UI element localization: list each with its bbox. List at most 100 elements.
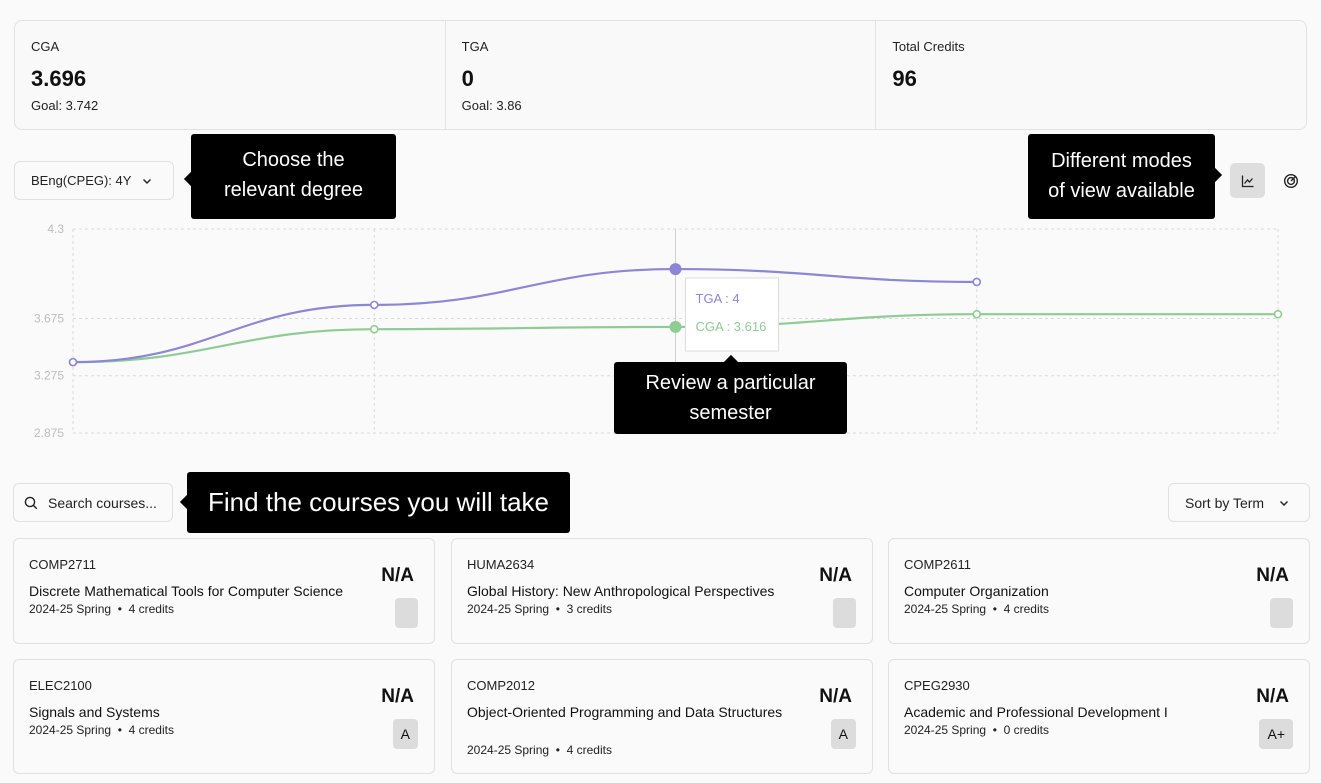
target-grade-button[interactable] [833,598,856,628]
course-term: 2024-25 Spring [467,602,550,616]
course-card[interactable]: COMP2611 Computer Organization 2024-25 S… [888,538,1310,644]
course-meta: 2024-25 Spring • 3 credits [467,602,612,616]
course-meta: 2024-25 Spring • 4 credits [29,723,174,737]
data-point-cga[interactable] [369,324,379,334]
tooltip-find-courses: Find the courses you will take [187,472,570,533]
course-title: Computer Organization [904,583,1049,599]
course-grade: N/A [381,565,414,586]
stat-cga: CGA 3.696 Goal: 3.742 [15,21,446,129]
course-credits: 3 credits [566,602,612,616]
data-point-tga[interactable] [972,277,982,287]
target-grade-button[interactable] [395,598,418,628]
course-code: COMP2012 [467,678,535,693]
tooltip-view-modes: Different modes of view available [1028,134,1215,219]
y-tick-label: 2.875 [34,426,64,440]
course-credits: 0 credits [1003,723,1049,737]
stat-value: 96 [892,66,917,91]
y-tick-label: 3.675 [34,311,64,325]
stat-goal: Goal: 3.86 [461,98,522,113]
search-input[interactable] [48,494,168,511]
course-credits: 4 credits [128,723,174,737]
course-meta: 2024-25 Spring • 4 credits [467,743,612,757]
data-point-tga[interactable] [669,263,682,276]
data-point-cga[interactable] [972,309,982,319]
course-title: Global History: New Anthropological Pers… [467,583,775,599]
y-tick-label: 4.3 [47,222,64,236]
hover-cga-label: CGA : 3.616 [696,319,767,334]
sort-label: Sort by Term [1185,494,1265,511]
course-credits: 4 credits [566,743,612,757]
chevron-down-icon [1280,500,1289,506]
search-box[interactable] [13,483,173,522]
target-grade-button[interactable] [1270,598,1293,628]
course-code: HUMA2634 [467,557,535,572]
course-card[interactable]: COMP2711 Discrete Mathematical Tools for… [13,538,435,644]
hover-tooltip-box [685,277,779,352]
tooltip-line: Different modes [1051,150,1192,172]
course-term: 2024-25 Spring [467,743,550,757]
course-title: Academic and Professional Development I [904,704,1168,720]
stat-goal: Goal: 3.742 [31,98,99,113]
stat-label: CGA [31,39,60,54]
tooltip-line: Choose the [242,149,345,171]
course-credits: 4 credits [1003,602,1049,616]
course-title: Object-Oriented Programming and Data Str… [467,704,783,720]
hover-tga-label: TGA : 4 [696,291,740,306]
course-term: 2024-25 Spring [29,602,112,616]
tooltip-line: Review a particular [645,372,816,394]
course-meta: 2024-25 Spring • 4 credits [904,602,1049,616]
line-chart-icon [1241,175,1253,187]
chevron-down-icon [143,178,152,184]
stat-total-credits: Total Credits 96 [876,21,1306,129]
course-card[interactable]: COMP2012 Object-Oriented Programming and… [451,659,873,774]
degree-select-value: BEng(CPEG): 4Y [31,173,132,188]
tooltip-review-semester: Review a particular semester [614,362,847,434]
hover-tooltip: TGA : 4 CGA : 3.616 [685,277,779,352]
course-code: COMP2711 [29,557,96,572]
stat-value: 0 [461,66,474,91]
radar-chart-icon [1283,173,1298,188]
course-grade: N/A [1256,565,1289,586]
course-credits: 4 credits [128,602,174,616]
line-chart-view-button[interactable] [1230,163,1265,198]
course-term: 2024-25 Spring [29,723,112,737]
target-grade-button[interactable]: A+ [1259,719,1293,749]
course-card[interactable]: CPEG2930 Academic and Professional Devel… [888,659,1310,774]
course-grade: N/A [1256,686,1289,707]
stats-panel: CGA 3.696 Goal: 3.742 TGA 0 Goal: 3.86 T… [14,20,1307,130]
tooltip-line: semester [689,402,772,424]
data-point-tga[interactable] [68,357,78,367]
course-card[interactable]: HUMA2634 Global History: New Anthropolog… [451,538,873,644]
target-grade-button[interactable]: A [392,719,418,749]
course-grade: N/A [381,686,414,707]
stat-value: 3.696 [31,66,87,91]
course-meta: 2024-25 Spring • 4 credits [29,602,174,616]
course-code: ELEC2100 [29,678,92,693]
course-term: 2024-25 Spring [904,602,987,616]
sort-dropdown[interactable]: Sort by Term [1168,483,1310,522]
course-meta: 2024-25 Spring • 0 credits [904,723,1049,737]
target-grade-button[interactable]: A [830,719,856,749]
search-icon [24,496,38,509]
y-tick-label: 3.275 [34,369,64,383]
course-title: Discrete Mathematical Tools for Computer… [29,583,344,599]
chart-y-ticks: 4.3 3.675 3.275 2.875 [34,222,64,440]
data-point-cga[interactable] [669,320,682,333]
data-point-tga[interactable] [369,300,379,310]
course-code: CPEG2930 [904,678,970,693]
radar-chart-view-button[interactable] [1273,163,1308,198]
course-card[interactable]: ELEC2100 Signals and Systems 2024-25 Spr… [13,659,435,774]
tooltip-line: Find the courses you will take [207,487,550,517]
course-grade: N/A [819,686,852,707]
stat-label: Total Credits [892,39,965,54]
course-title: Signals and Systems [29,704,160,720]
course-code: COMP2611 [904,557,971,572]
course-term: 2024-25 Spring [904,723,987,737]
degree-select[interactable]: BEng(CPEG): 4Y [14,161,174,200]
stat-label: TGA [461,39,489,54]
stat-tga: TGA 0 Goal: 3.86 [446,21,877,129]
tooltip-line: relevant degree [224,179,363,201]
data-point-cga[interactable] [1273,309,1283,319]
tooltip-choose-degree: Choose the relevant degree [191,134,396,219]
course-grade: N/A [819,565,852,586]
